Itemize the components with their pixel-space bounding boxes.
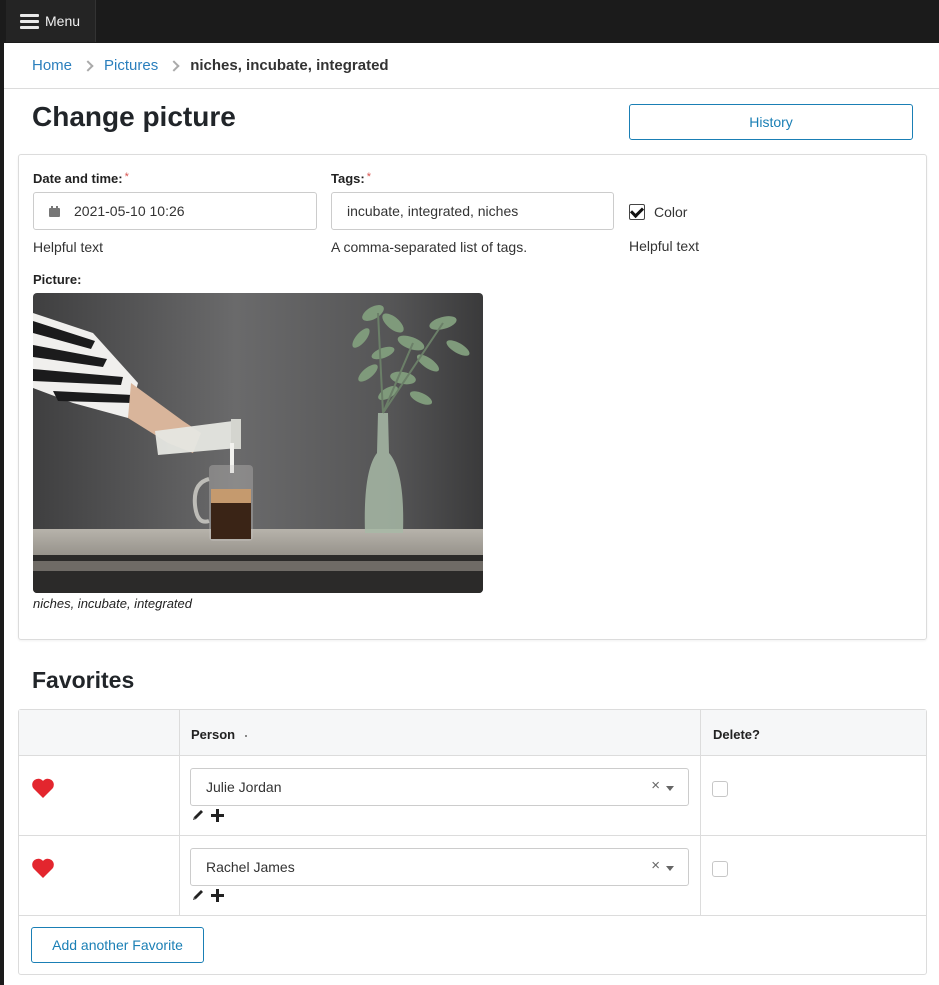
menu-button[interactable]: Menu — [6, 0, 96, 42]
edit-person-button[interactable] — [191, 808, 205, 822]
breadcrumb-current: niches, incubate, integrated — [190, 57, 389, 74]
tags-value: incubate, integrated, niches — [347, 203, 519, 219]
person-select-1[interactable]: Julie Jordan × — [190, 768, 689, 806]
tags-help-text: A comma-separated list of tags. — [331, 239, 528, 255]
color-help-text: Helpful text — [629, 238, 700, 254]
breadcrumb-home-link[interactable]: Home — [32, 57, 72, 74]
row-divider — [19, 835, 926, 836]
picture-image — [33, 293, 483, 593]
delete-column-header: Delete? — [713, 727, 760, 742]
date-label-text: Date and time: — [33, 171, 123, 186]
clear-icon[interactable]: × — [651, 857, 660, 874]
chevron-down-icon — [666, 786, 674, 791]
person-select-2[interactable]: Rachel James × — [190, 848, 689, 886]
breadcrumb-pictures-link[interactable]: Pictures — [104, 57, 158, 74]
person-select-value: Rachel James — [206, 859, 295, 875]
sort-icon — [245, 734, 248, 737]
calendar-icon — [49, 205, 60, 217]
pencil-icon — [193, 890, 203, 900]
chevron-right-icon — [82, 59, 94, 72]
delete-checkbox-2[interactable] — [712, 861, 728, 877]
tags-label-text: Tags: — [331, 171, 365, 186]
add-person-button[interactable] — [211, 808, 224, 822]
person-select-value: Julie Jordan — [206, 779, 282, 795]
column-divider — [179, 710, 180, 916]
chevron-down-icon — [666, 866, 674, 871]
date-time-value: 2021-05-10 10:26 — [74, 203, 185, 219]
color-checkbox[interactable] — [629, 204, 645, 220]
row-actions — [191, 808, 224, 822]
heart-icon — [32, 778, 54, 798]
top-bar: Menu — [0, 0, 939, 43]
history-button[interactable]: History — [629, 104, 913, 140]
pencil-icon — [193, 810, 203, 820]
plus-icon — [211, 888, 224, 902]
picture-label: Picture: — [33, 272, 82, 287]
add-favorite-button[interactable]: Add another Favorite — [31, 927, 204, 963]
breadcrumb: Home Pictures niches, incubate, integrat… — [4, 43, 939, 89]
delete-checkbox-1[interactable] — [712, 781, 728, 797]
picture-caption: niches, incubate, integrated — [33, 596, 192, 611]
frame-edge — [0, 43, 4, 985]
color-label[interactable]: Color — [654, 204, 687, 220]
required-marker: * — [124, 171, 129, 183]
person-column-label: Person — [191, 727, 236, 742]
favorites-title: Favorites — [32, 667, 135, 693]
person-column-header[interactable]: Person — [191, 727, 248, 742]
clear-icon[interactable]: × — [651, 777, 660, 794]
tags-label: Tags: * — [331, 171, 371, 186]
plus-icon — [211, 808, 224, 822]
row-divider — [19, 915, 926, 916]
column-divider — [700, 710, 701, 916]
add-person-button[interactable] — [211, 888, 224, 902]
picture-preview — [33, 293, 483, 593]
row-actions — [191, 888, 224, 902]
tags-input[interactable]: incubate, integrated, niches — [331, 192, 614, 230]
page-title: Change picture — [32, 101, 236, 132]
chevron-right-icon — [168, 59, 180, 72]
menu-label: Menu — [45, 13, 81, 29]
date-help-text: Helpful text — [33, 239, 104, 255]
date-label: Date and time: * — [33, 171, 129, 186]
edit-person-button[interactable] — [191, 888, 205, 902]
heart-icon — [32, 858, 54, 878]
date-time-input[interactable]: 2021-05-10 10:26 — [33, 192, 317, 230]
hamburger-icon — [20, 13, 39, 29]
table-header — [19, 710, 926, 756]
required-marker: * — [366, 171, 371, 183]
favorites-table: Person Delete? Julie Jordan × Rachel Jam… — [18, 709, 927, 975]
